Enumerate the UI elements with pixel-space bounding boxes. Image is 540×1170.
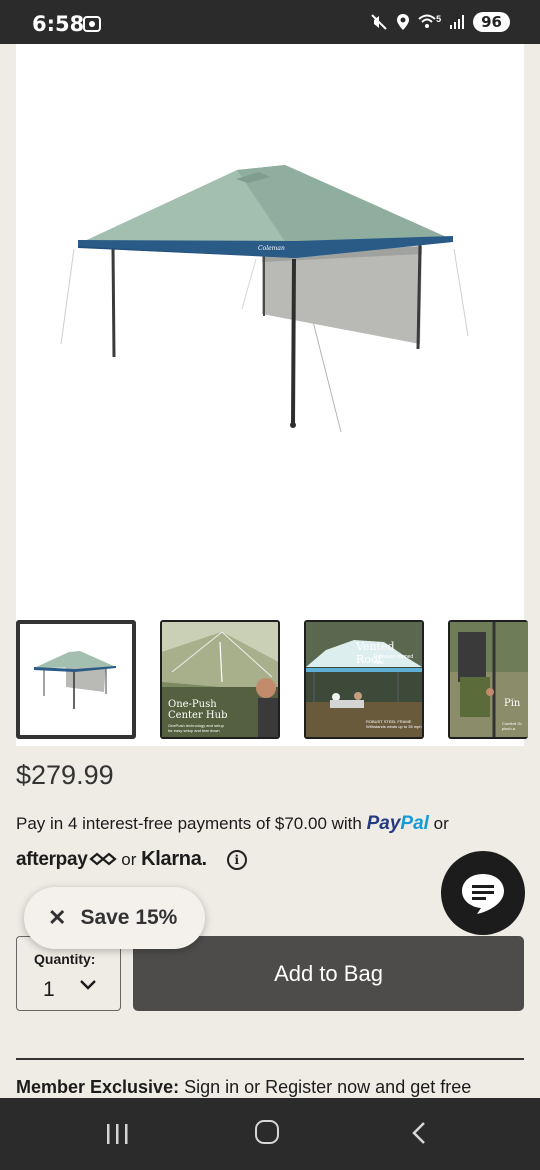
thumbnail-1[interactable] xyxy=(16,620,136,739)
thumbnail-3[interactable]: Vented Roof Releases trapped heat ROBUST… xyxy=(304,620,424,739)
thumbnail-2-subcaption: OnePush technology and setup for easy se… xyxy=(168,723,224,733)
thumbnail-4-caption: Pin xyxy=(504,698,521,709)
installment-text: Pay in 4 interest-free payments of $70.0… xyxy=(16,813,449,835)
chat-button[interactable] xyxy=(441,851,525,935)
afterpay-logo[interactable]: afterpay xyxy=(16,849,117,871)
status-bar: 6:58 5 96 xyxy=(0,0,540,44)
add-to-bag-button[interactable]: Add to Bag xyxy=(133,936,524,1011)
thumbnail-4-subcaption: Comfort Gr pinch-a xyxy=(502,721,522,731)
chevron-down-icon xyxy=(80,980,96,990)
or-text: or xyxy=(116,849,142,869)
thumbnail-2[interactable]: One-Push Center Hub OnePush technology a… xyxy=(160,620,280,739)
recents-icon[interactable] xyxy=(105,1123,129,1145)
klarna-logo[interactable]: Klarna. xyxy=(141,848,207,871)
info-icon[interactable]: i xyxy=(226,849,247,870)
thumbnail-3-sub: Releases trapped heat xyxy=(374,654,414,666)
canopy-brand-text: Coleman xyxy=(258,245,285,252)
network-type: 5 xyxy=(436,14,442,24)
member-exclusive-body[interactable]: Sign in or Register now and get free xyxy=(179,1077,471,1097)
status-time: 6:58 xyxy=(32,12,85,36)
installment-text-before: Pay in 4 interest-free payments of $70.0… xyxy=(16,814,367,833)
canopy-tent-image[interactable]: Coleman xyxy=(16,44,524,609)
back-icon[interactable] xyxy=(410,1121,428,1145)
system-nav-bar xyxy=(0,1098,540,1170)
save-chip-label: Save 15% xyxy=(80,906,178,929)
member-exclusive-text: Member Exclusive: Sign in or Register no… xyxy=(16,1077,471,1098)
chat-icon xyxy=(462,874,504,914)
afterpay-logo-text: afterpay xyxy=(16,848,88,870)
quantity-value: 1 xyxy=(43,978,55,1001)
paypal-logo-part2: Pal xyxy=(400,813,429,834)
quantity-label: Quantity: xyxy=(34,951,96,967)
afterpay-arrows-icon xyxy=(88,853,117,866)
signal-icon xyxy=(450,15,465,29)
installment-providers: afterpay or Klarna. i xyxy=(16,848,247,871)
screenshot-icon xyxy=(82,14,102,39)
thumbnail-3-foot: ROBUST STEEL FRAME Withstands winds up to… xyxy=(366,719,422,729)
status-icons: 5 96 xyxy=(370,12,510,32)
thumbnail-2-caption: One-Push Center Hub xyxy=(168,699,228,721)
location-icon xyxy=(397,14,410,30)
mute-icon xyxy=(371,14,387,30)
member-exclusive-label: Member Exclusive: xyxy=(16,1077,180,1097)
paypal-logo-part1: Pay xyxy=(366,813,401,834)
divider xyxy=(16,1058,524,1060)
home-icon[interactable] xyxy=(255,1120,279,1144)
paypal-logo[interactable]: PayPal xyxy=(367,813,429,834)
thumbnail-4[interactable]: Pin Comfort Gr pinch-a xyxy=(448,620,528,739)
save-15-chip[interactable]: ✕ Save 15% xyxy=(24,887,205,949)
close-icon[interactable]: ✕ xyxy=(48,905,66,931)
thumbnail-3-foot-text: Withstands winds up to 35 mph xyxy=(366,724,422,729)
product-gallery: Coleman One-Push Center Hub OnePush tech… xyxy=(16,44,528,746)
wifi-icon: 5 xyxy=(418,14,441,30)
product-price: $279.99 xyxy=(16,760,114,790)
battery-indicator: 96 xyxy=(473,12,510,32)
installment-text-after: or xyxy=(428,814,449,833)
